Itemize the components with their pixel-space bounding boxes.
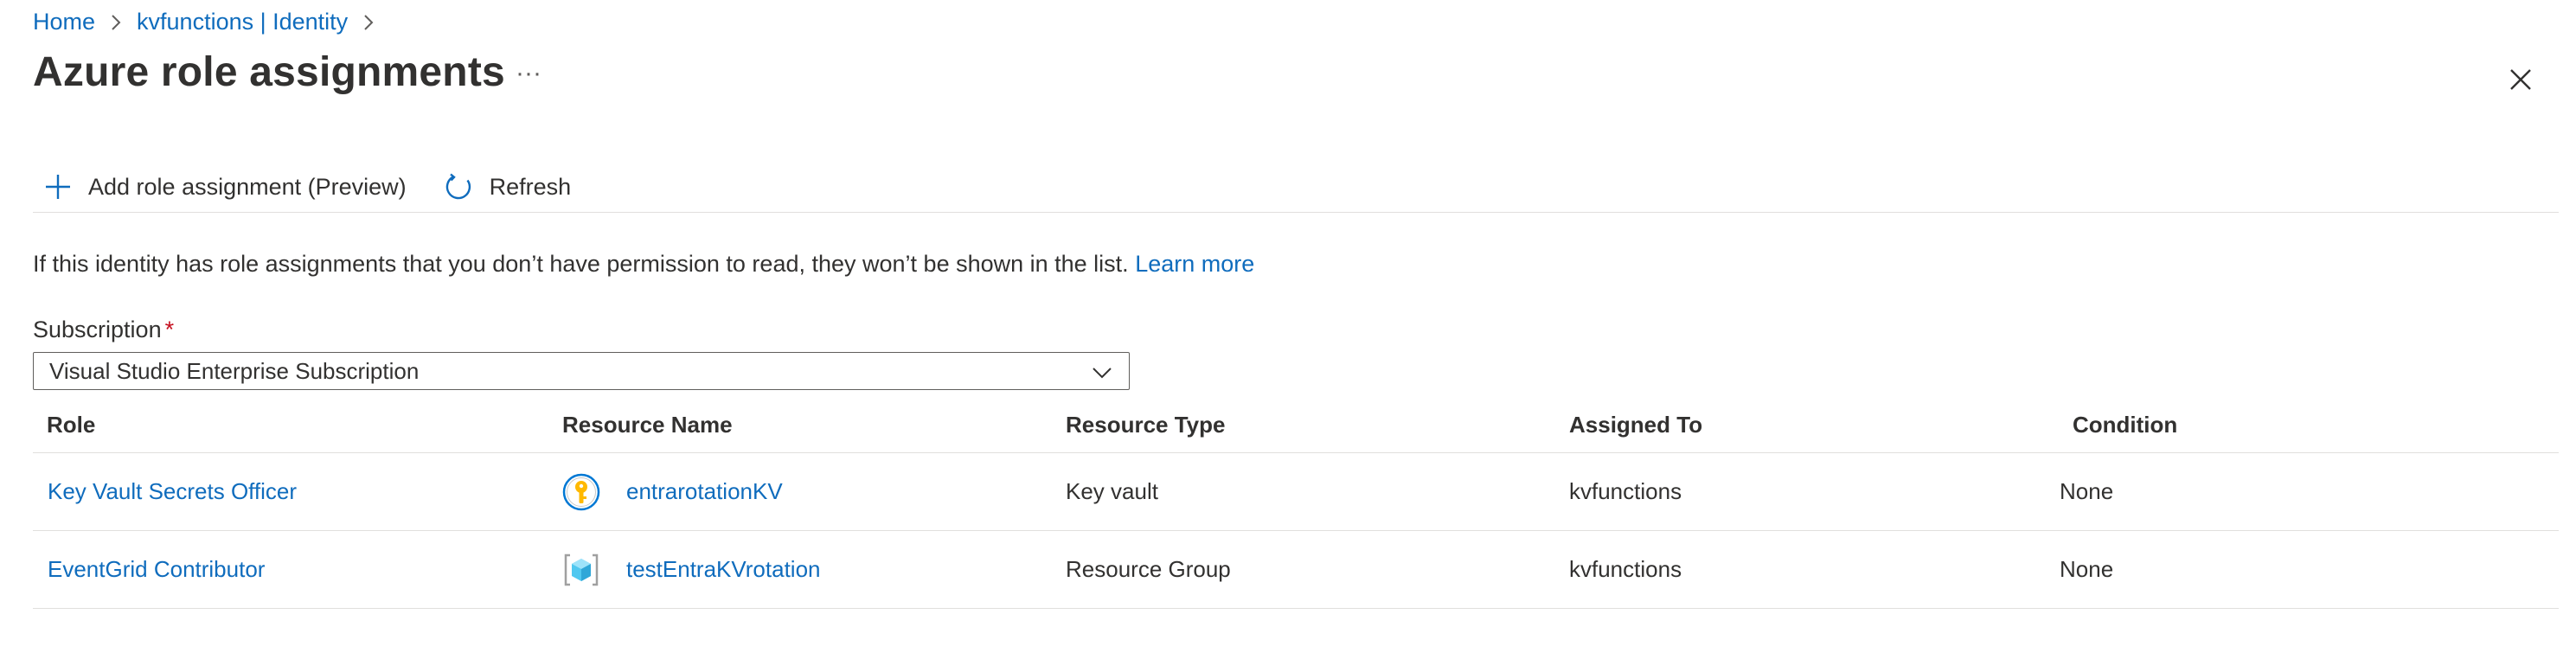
- subscription-label-text: Subscription: [33, 317, 162, 342]
- column-header-assigned-to[interactable]: Assigned To: [1569, 398, 1702, 452]
- column-header-role[interactable]: Role: [47, 398, 95, 452]
- breadcrumb-home-link[interactable]: Home: [33, 9, 95, 35]
- more-options-icon[interactable]: ···: [516, 59, 541, 88]
- page-title: Azure role assignments: [33, 49, 505, 95]
- resource-type: Key vault: [1066, 478, 1158, 504]
- role-link[interactable]: Key Vault Secrets Officer: [48, 478, 297, 505]
- key-vault-icon: [562, 473, 600, 511]
- command-bar-divider: [33, 212, 2559, 213]
- chevron-down-icon: [1091, 361, 1113, 384]
- refresh-label: Refresh: [489, 173, 572, 200]
- plus-icon: [43, 172, 73, 202]
- assigned-to: kvfunctions: [1569, 556, 1682, 582]
- add-role-assignment-button[interactable]: Add role assignment (Preview): [33, 172, 407, 202]
- column-header-resource-type[interactable]: Resource Type: [1066, 398, 1225, 452]
- table-row: Key Vault Secrets Officer entrarotationK…: [33, 453, 2559, 531]
- breadcrumb-identity-link[interactable]: kvfunctions | Identity: [137, 9, 348, 35]
- column-header-resource-name[interactable]: Resource Name: [562, 398, 733, 452]
- role-link[interactable]: EventGrid Contributor: [48, 556, 265, 583]
- resource-name-link[interactable]: entrarotationKV: [626, 478, 783, 505]
- add-role-assignment-label: Add role assignment (Preview): [88, 173, 407, 200]
- subscription-dropdown[interactable]: Visual Studio Enterprise Subscription: [33, 352, 1130, 390]
- refresh-button[interactable]: Refresh: [434, 172, 572, 202]
- required-mark: *: [164, 317, 175, 342]
- breadcrumb: Home kvfunctions | Identity: [33, 9, 389, 35]
- role-assignments-table: Role Resource Name Resource Type Assigne…: [33, 398, 2559, 609]
- subscription-label: Subscription *: [33, 317, 174, 343]
- assigned-to: kvfunctions: [1569, 478, 1682, 504]
- info-message: If this identity has role assignments th…: [33, 251, 1254, 278]
- close-icon[interactable]: [2509, 67, 2533, 92]
- chevron-right-icon: [104, 10, 128, 35]
- table-row: EventGrid Contributor testEntraKVrotatio…: [33, 531, 2559, 609]
- chevron-right-icon: [356, 10, 381, 35]
- condition: None: [2060, 556, 2114, 582]
- subscription-selected-value: Visual Studio Enterprise Subscription: [49, 357, 420, 384]
- resource-type: Resource Group: [1066, 556, 1231, 582]
- column-header-condition[interactable]: Condition: [2073, 398, 2177, 452]
- learn-more-link[interactable]: Learn more: [1135, 251, 1254, 277]
- refresh-icon: [445, 172, 474, 202]
- condition: None: [2060, 478, 2114, 504]
- info-text: If this identity has role assignments th…: [33, 251, 1129, 277]
- command-bar: Add role assignment (Preview) Refresh: [33, 163, 2559, 211]
- table-header-row: Role Resource Name Resource Type Assigne…: [33, 398, 2559, 453]
- resource-name-link[interactable]: testEntraKVrotation: [626, 556, 821, 583]
- resource-group-icon: [562, 551, 600, 589]
